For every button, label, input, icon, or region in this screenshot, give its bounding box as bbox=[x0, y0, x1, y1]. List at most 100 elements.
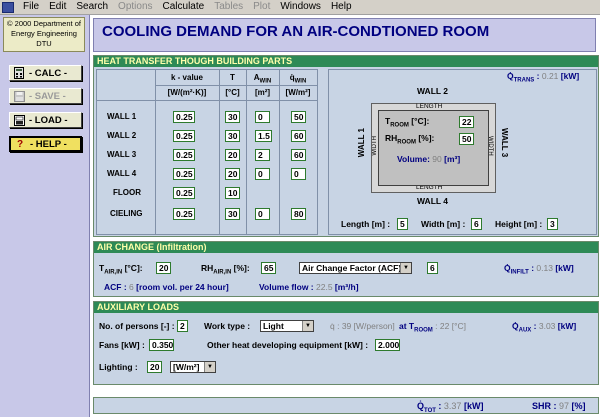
k-wall2-input[interactable]: 0.25 bbox=[173, 130, 195, 142]
auxiliary-loads-header: AUXILIARY LOADS bbox=[94, 302, 598, 313]
persons-label: No. of persons [-] : bbox=[99, 321, 175, 331]
col-t: T bbox=[230, 73, 235, 82]
menu-windows[interactable]: Windows bbox=[275, 0, 326, 14]
load-button[interactable]: - LOAD - bbox=[9, 112, 82, 128]
a-wall3-input[interactable]: 2 bbox=[255, 149, 270, 161]
k-wall4-input[interactable]: 0.25 bbox=[173, 168, 195, 180]
worktype-select-value: Light bbox=[263, 321, 284, 331]
other-equipment-label: Other heat developing equipment [kW] : bbox=[207, 340, 369, 350]
rhair-input[interactable]: 65 bbox=[261, 262, 276, 274]
menu-edit[interactable]: Edit bbox=[44, 0, 71, 14]
length-top-label: LENGTH bbox=[416, 103, 443, 110]
a-wall1-input[interactable]: 0 bbox=[255, 111, 270, 123]
help-button-label: - HELP - bbox=[30, 138, 67, 150]
worktype-select[interactable]: Light ▼ bbox=[260, 320, 314, 332]
length-label: Length [m] : bbox=[341, 219, 391, 229]
t-wall2-input[interactable]: 30 bbox=[225, 130, 240, 142]
q-wall3-input[interactable]: 60 bbox=[291, 149, 306, 161]
tair-label: TAIR,IN [°C]: bbox=[99, 263, 143, 276]
auxiliary-loads-section: AUXILIARY LOADS No. of persons [-] : 2 W… bbox=[93, 301, 599, 385]
menu-bar: File Edit Search Options Calculate Table… bbox=[0, 0, 600, 15]
width-input[interactable]: 6 bbox=[471, 218, 482, 230]
menu-file[interactable]: File bbox=[18, 0, 44, 14]
logo-line-1: © 2000 Department of bbox=[7, 19, 81, 28]
t-wall4-input[interactable]: 20 bbox=[225, 168, 240, 180]
q-ceiling-input[interactable]: 80 bbox=[291, 208, 306, 220]
room-diagram-panel: Q̇TRANS : 0.21 [kW] WALL 2 WALL 4 WALL 1… bbox=[328, 69, 597, 235]
air-change-section: AIR CHANGE (Infiltration) TAIR,IN [°C]: … bbox=[93, 241, 599, 297]
calc-button[interactable]: - CALC - bbox=[9, 65, 82, 81]
troom-input[interactable]: 22 bbox=[459, 116, 474, 128]
a-wall2-input[interactable]: 1.5 bbox=[255, 130, 272, 142]
rhroom-label: RHROOM [%]: bbox=[385, 133, 435, 146]
col-q-win: q̇WIN bbox=[289, 73, 307, 85]
floppy-icon bbox=[13, 90, 25, 102]
menu-search[interactable]: Search bbox=[71, 0, 113, 14]
acf-select[interactable]: Air Change Factor (ACF) ▼ bbox=[299, 262, 412, 274]
q-wall1-input[interactable]: 50 bbox=[291, 111, 306, 123]
wall4-label: WALL 4 bbox=[417, 196, 449, 206]
lighting-label: Lighting : bbox=[99, 362, 138, 372]
a-wall4-input[interactable]: 0 bbox=[255, 168, 270, 180]
menu-calculate[interactable]: Calculate bbox=[158, 0, 210, 14]
title-box: COOLING DEMAND FOR AN AIR-CONDTIONED ROO… bbox=[93, 18, 596, 52]
t-ceiling-input[interactable]: 30 bbox=[225, 208, 240, 220]
height-input[interactable]: 3 bbox=[547, 218, 558, 230]
col-t-unit: [°C] bbox=[225, 88, 240, 97]
sidebar: © 2000 Department of Energy Engineering … bbox=[0, 15, 90, 417]
k-wall3-input[interactable]: 0.25 bbox=[173, 149, 195, 161]
main-panel: COOLING DEMAND FOR AN AIR-CONDTIONED ROO… bbox=[90, 15, 600, 417]
col-k-value: k - value bbox=[170, 73, 203, 82]
k-ceiling-input[interactable]: 0.25 bbox=[173, 208, 195, 220]
t-wall1-input[interactable]: 30 bbox=[225, 111, 240, 123]
app-icon bbox=[2, 1, 14, 13]
lighting-input[interactable]: 20 bbox=[147, 361, 162, 373]
row-label-wall1: WALL 1 bbox=[107, 112, 137, 121]
row-label-floor: FLOOR bbox=[113, 188, 141, 197]
q-tot-display: Q̇TOT : 3.37 [kW] bbox=[417, 401, 484, 414]
col-k-unit: [W/(m²·K)] bbox=[167, 88, 207, 97]
calc-button-label: - CALC - bbox=[29, 67, 67, 79]
troom-label: TROOM [°C]: bbox=[385, 116, 430, 129]
rhair-label: RHAIR,IN [%]: bbox=[201, 263, 250, 276]
length-input[interactable]: 5 bbox=[397, 218, 408, 230]
rhroom-input[interactable]: 50 bbox=[459, 133, 474, 145]
qdot-display: q̇ : 39 [W/person] bbox=[330, 321, 395, 331]
menu-options[interactable]: Options bbox=[113, 0, 157, 14]
row-label-wall2: WALL 2 bbox=[107, 131, 137, 140]
lighting-unit-value: [W/m²] bbox=[173, 362, 200, 372]
fans-input[interactable]: 0.350 bbox=[149, 339, 174, 351]
a-ceiling-input[interactable]: 0 bbox=[255, 208, 270, 220]
lighting-unit-select[interactable]: [W/m²] ▼ bbox=[170, 361, 216, 373]
heat-transfer-grid: k - value [W/(m²·K)] T [°C] AWIN [m²] q̇… bbox=[96, 69, 318, 235]
question-icon: ? bbox=[16, 138, 24, 150]
row-label-wall4: WALL 4 bbox=[107, 169, 137, 178]
tair-input[interactable]: 20 bbox=[156, 262, 171, 274]
help-button[interactable]: ? - HELP - bbox=[9, 136, 82, 152]
q-wall4-input[interactable]: 0 bbox=[291, 168, 306, 180]
menu-plot[interactable]: Plot bbox=[248, 0, 275, 14]
chevron-down-icon: ▼ bbox=[204, 362, 215, 372]
q-infilt-display: Q̇INFILT : 0.13 [kW] bbox=[504, 263, 574, 276]
volume-flow-display: Volume flow : 22.5 [m³/h] bbox=[259, 282, 359, 292]
menu-help[interactable]: Help bbox=[326, 0, 357, 14]
persons-input[interactable]: 2 bbox=[177, 320, 188, 332]
save-button[interactable]: - SAVE - bbox=[9, 88, 82, 104]
chevron-down-icon: ▼ bbox=[302, 321, 313, 331]
height-label: Height [m] : bbox=[495, 219, 543, 229]
t-wall3-input[interactable]: 20 bbox=[225, 149, 240, 161]
k-wall1-input[interactable]: 0.25 bbox=[173, 111, 195, 123]
heat-transfer-section: HEAT TRANSFER THOUGH BUILDING PARTS k - … bbox=[93, 55, 599, 237]
acf-select-value: Air Change Factor (ACF) bbox=[302, 263, 402, 273]
menu-tables[interactable]: Tables bbox=[209, 0, 248, 14]
k-floor-input[interactable]: 0.25 bbox=[173, 187, 195, 199]
acf-input[interactable]: 6 bbox=[427, 262, 438, 274]
t-floor-input[interactable]: 10 bbox=[225, 187, 240, 199]
row-label-wall3: WALL 3 bbox=[107, 150, 137, 159]
logo-line-2: Energy Engineering bbox=[11, 29, 77, 38]
save-button-label: - SAVE - bbox=[29, 90, 66, 102]
other-equipment-input[interactable]: 2.000 bbox=[375, 339, 400, 351]
q-wall2-input[interactable]: 60 bbox=[291, 130, 306, 142]
row-label-ceiling: CIELING bbox=[110, 209, 143, 218]
totals-bar: Q̇TOT : 3.37 [kW] SHR : 97 [%] bbox=[93, 397, 599, 414]
